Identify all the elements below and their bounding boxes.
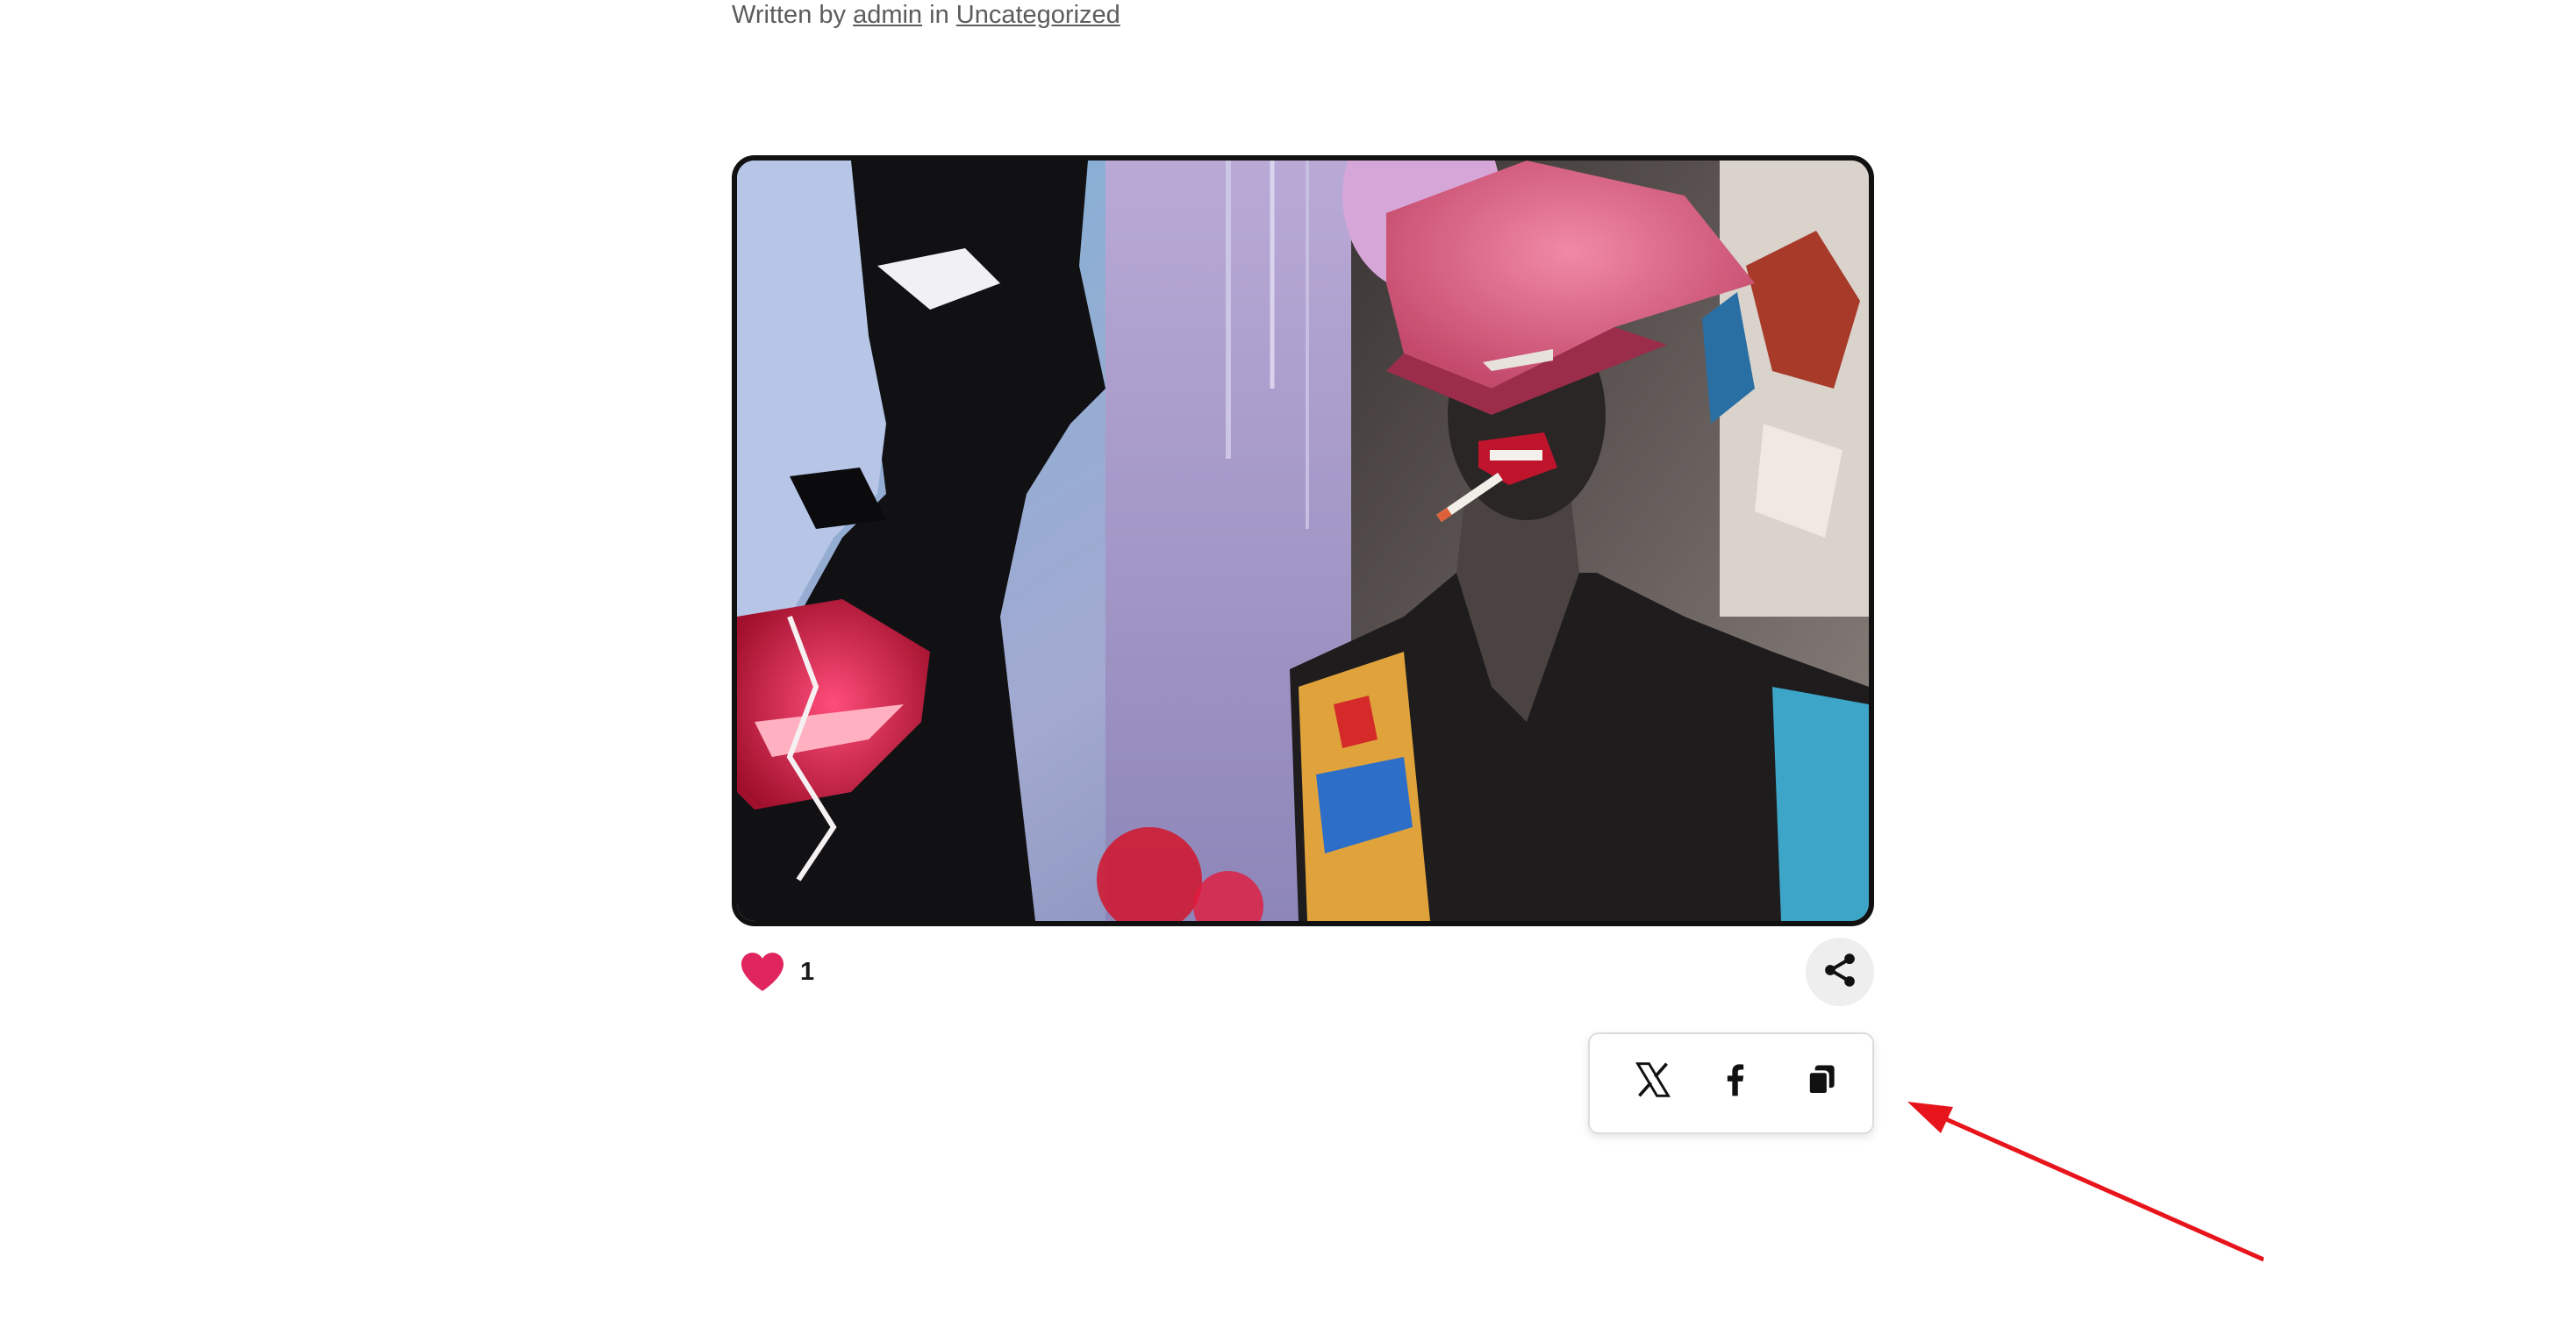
category-link[interactable]: Uncategorized	[956, 1, 1120, 29]
facebook-icon	[1716, 1060, 1755, 1103]
share-facebook-button[interactable]	[1707, 1053, 1764, 1110]
share-popup	[1588, 1032, 1874, 1134]
copy-icon	[1802, 1060, 1841, 1103]
featured-image[interactable]	[732, 155, 1874, 926]
share-toggle-button[interactable]	[1806, 938, 1874, 1006]
written-by-label: Written by	[732, 1, 847, 29]
page: Written by admin in Uncategorized 1	[0, 0, 2576, 1335]
copy-link-button[interactable]	[1793, 1053, 1850, 1110]
like-button[interactable]: 1	[739, 951, 814, 993]
x-logo-icon	[1634, 1060, 1672, 1103]
share-x-button[interactable]	[1625, 1053, 1681, 1110]
like-count: 1	[800, 957, 815, 986]
post-meta: Written by admin in Uncategorized	[732, 0, 1120, 30]
author-link[interactable]: admin	[853, 1, 922, 29]
share-icon	[1821, 951, 1859, 994]
annotation-arrow	[1907, 1102, 2264, 1262]
heart-icon	[739, 951, 786, 993]
in-label: in	[929, 1, 949, 29]
featured-artwork-image	[737, 161, 1869, 921]
